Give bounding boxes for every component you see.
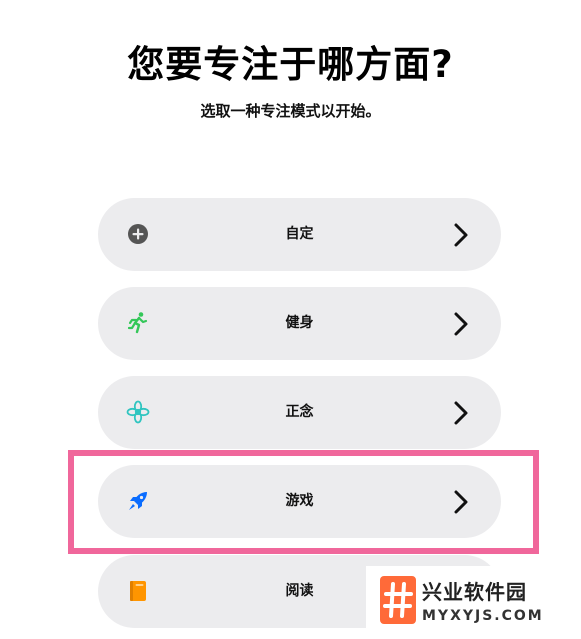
- watermark-domain: MYXYJS.COM: [422, 608, 544, 624]
- focus-mode-screen: 您要专注于哪方面? 选取一种专注模式以开始。 自定 健身 正念 游戏 阅读 兴业…: [0, 0, 581, 639]
- chevron-right-icon: [454, 312, 468, 336]
- page-subtitle: 选取一种专注模式以开始。: [200, 102, 381, 120]
- watermark: 兴业软件园 MYXYJS.COM: [366, 566, 581, 639]
- chevron-right-icon: [454, 401, 468, 425]
- option-label: 正念: [285, 404, 314, 420]
- option-label: 自定: [285, 226, 314, 242]
- option-fitness[interactable]: 健身: [98, 287, 501, 360]
- page-title: 您要专注于哪方面?: [127, 43, 454, 86]
- watermark-name: 兴业软件园: [422, 580, 527, 604]
- highlight-box: [68, 450, 539, 554]
- hash-logo-icon: [380, 576, 416, 624]
- option-custom[interactable]: 自定: [98, 198, 501, 271]
- chevron-right-icon: [454, 223, 468, 247]
- option-mindfulness[interactable]: 正念: [98, 376, 501, 449]
- option-label: 健身: [285, 315, 314, 331]
